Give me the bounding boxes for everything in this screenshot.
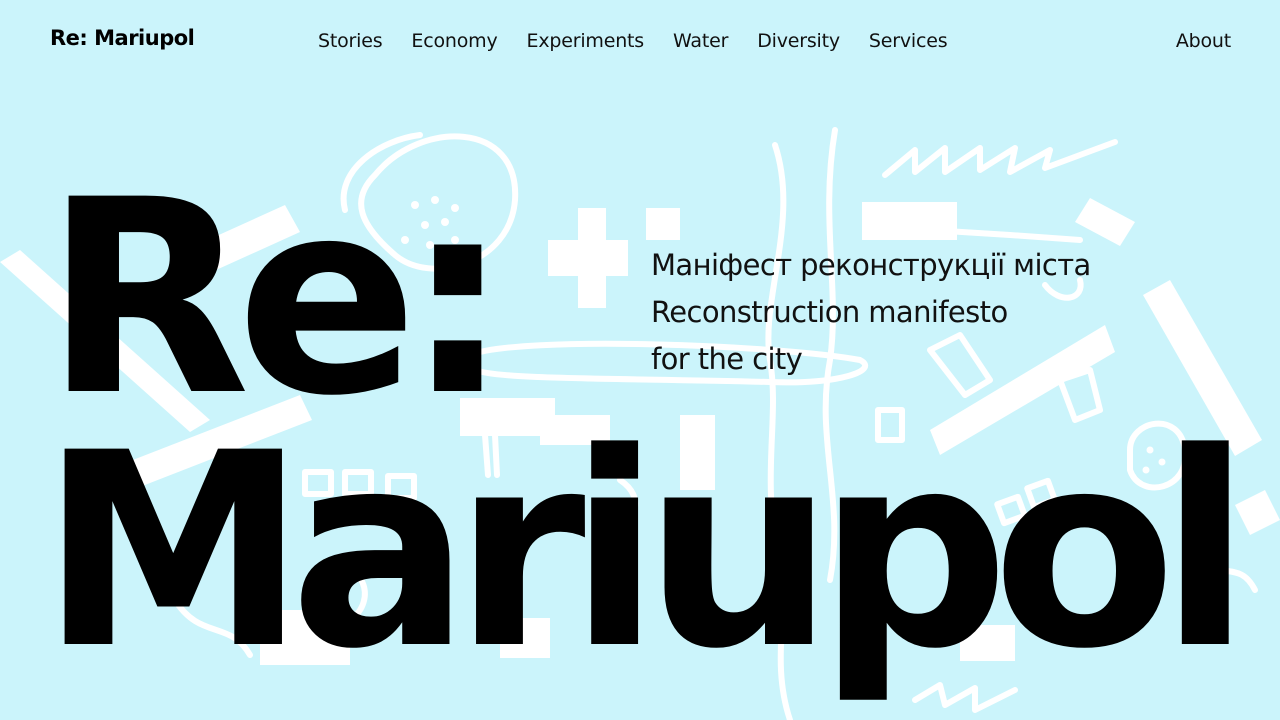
subtitle-line-english-1: Reconstruction manifesto: [651, 295, 1008, 329]
main-nav: Stories Economy Experiments Water Divers…: [318, 30, 976, 52]
nav-item-about[interactable]: About: [1176, 30, 1231, 52]
nav-item-diversity[interactable]: Diversity: [757, 30, 840, 52]
nav-item-services[interactable]: Services: [869, 30, 948, 52]
nav-item-stories[interactable]: Stories: [318, 30, 383, 52]
nav-item-experiments[interactable]: Experiments: [527, 30, 645, 52]
site-logo[interactable]: Re: Mariupol: [50, 26, 195, 50]
subtitle-line-english-2: for the city: [651, 342, 803, 376]
hero-title-line1: Re:: [44, 143, 511, 455]
nav-item-water[interactable]: Water: [673, 30, 728, 52]
subtitle-line-ukrainian: Маніфест реконструкції міста: [651, 248, 1091, 282]
hero-subtitle: Маніфест реконструкції міста Reconstruct…: [651, 242, 1171, 383]
nav-item-economy[interactable]: Economy: [411, 30, 497, 52]
hero-title-line2: Mariupol: [40, 396, 1251, 708]
site-header: Re: Mariupol Stories Economy Experiments…: [0, 0, 1280, 86]
page: Re: Mariupol Stories Economy Experiments…: [0, 0, 1280, 720]
